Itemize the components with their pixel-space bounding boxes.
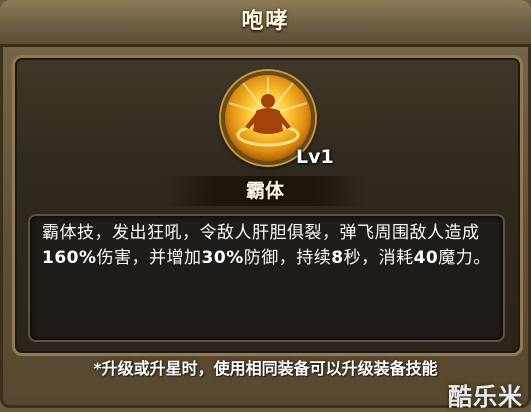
skill-name: 霸体 bbox=[245, 180, 284, 202]
description-text: 魔力。 bbox=[438, 248, 491, 268]
description-value: 30% bbox=[201, 248, 244, 268]
panel-title: 咆哮 bbox=[241, 9, 290, 34]
description-text: 伤害，并增加 bbox=[96, 248, 202, 268]
description-value: 40 bbox=[413, 248, 439, 268]
skill-level: Lv1 bbox=[296, 146, 334, 168]
watermark-logo: 酷乐米 bbox=[448, 383, 523, 411]
description-value: 8 bbox=[331, 248, 344, 268]
description-text: 秒，消耗 bbox=[343, 248, 414, 268]
description-value: 160% bbox=[42, 248, 97, 268]
description-text: 霸体技，发出狂吼，令敌人肝胆俱裂，弹飞周围敌人造成 bbox=[42, 223, 480, 243]
skill-description: 霸体技，发出狂吼，令敌人肝胆俱裂，弹飞周围敌人造成 160%伤害，并增加30%防御… bbox=[42, 221, 492, 271]
description-text: 防御，持续 bbox=[243, 248, 332, 268]
